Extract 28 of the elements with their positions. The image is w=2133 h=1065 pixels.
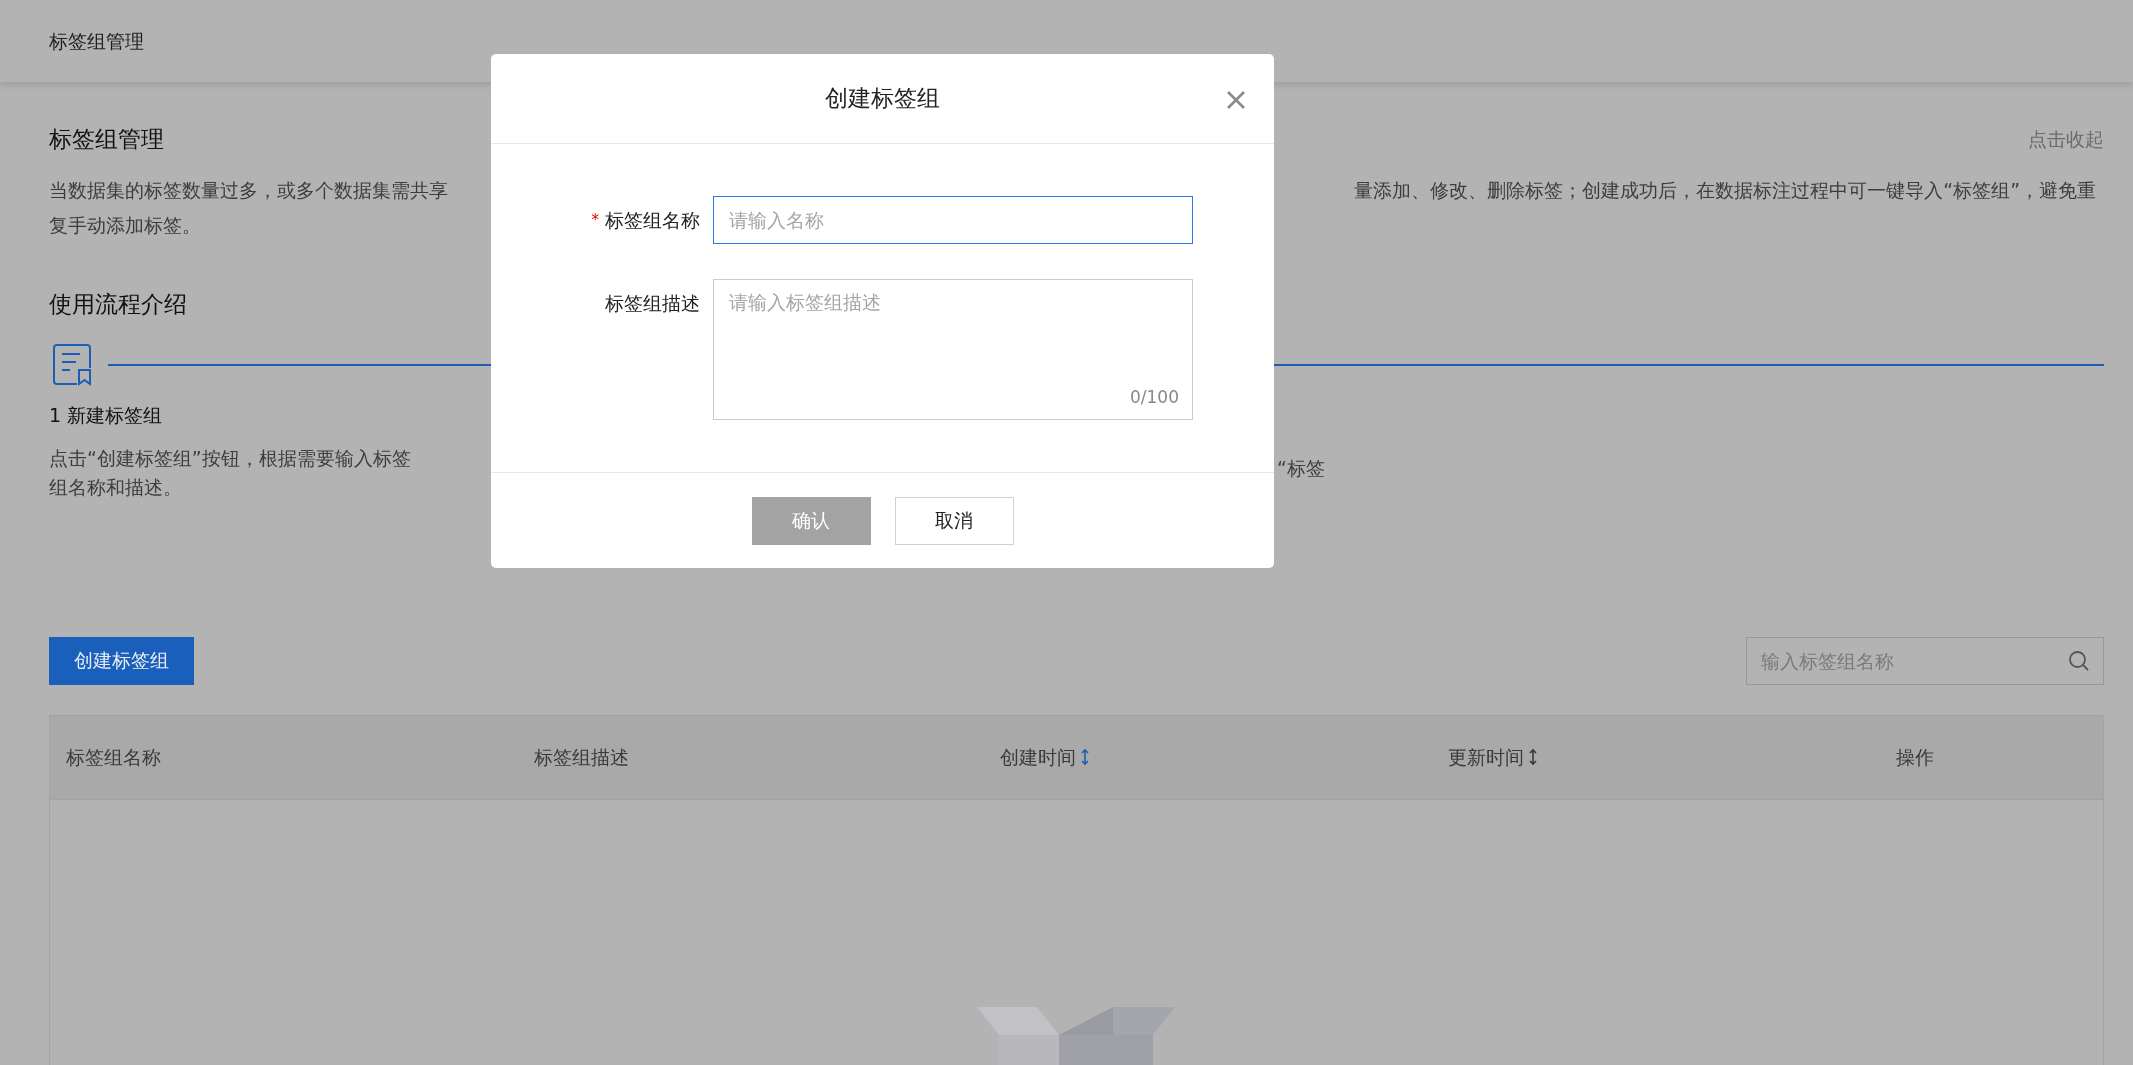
character-counter: 0/100 [1130,385,1179,409]
create-button[interactable]: 创建标签组 [49,636,194,685]
description-text: 当数据集的标签数量过多，或多个数据集需共享 [49,177,448,203]
column-header[interactable]: 更新时间 [1448,742,1524,772]
column-header: 标签组名称 [66,744,161,770]
section-title: 使用流程介绍 [49,290,187,317]
cancel-button[interactable]: 取消 [894,496,1014,545]
field-label: 标签组描述 [605,290,700,316]
step-description: 点击“创建标签组”按钮，根据需要输入标签组名称和描述。 [49,446,411,498]
page-title: 标签组管理 [49,28,144,54]
section-title: 标签组管理 [49,125,164,154]
sort-icon[interactable] [1080,748,1090,766]
column-header: 操作 [1896,744,1934,770]
collapse-link[interactable]: 点击收起 [2028,125,2104,154]
search-field[interactable]: 输入标签组名称 [1746,636,2104,685]
step-description: “标签 [1277,457,1325,479]
column-header: 标签组描述 [534,744,629,770]
required-mark: * [591,209,599,231]
column-header[interactable]: 创建时间 [1000,742,1076,772]
search-icon [2068,649,2090,672]
field-label: 标签组名称 [605,207,700,233]
name-field[interactable]: 请输入名称 [713,196,1193,244]
sort-icon[interactable] [1528,748,1538,766]
step-title: 1 新建标签组 [49,404,163,426]
description-text: 量添加、修改、删除标签；创建成功后，在数据标注过程中可一键导入“标签组”，避免重 [1354,177,2096,203]
dialog-title: 创建标签组 [825,84,940,114]
description-text: 复手动添加标签。 [49,213,201,236]
document-icon [52,343,92,387]
